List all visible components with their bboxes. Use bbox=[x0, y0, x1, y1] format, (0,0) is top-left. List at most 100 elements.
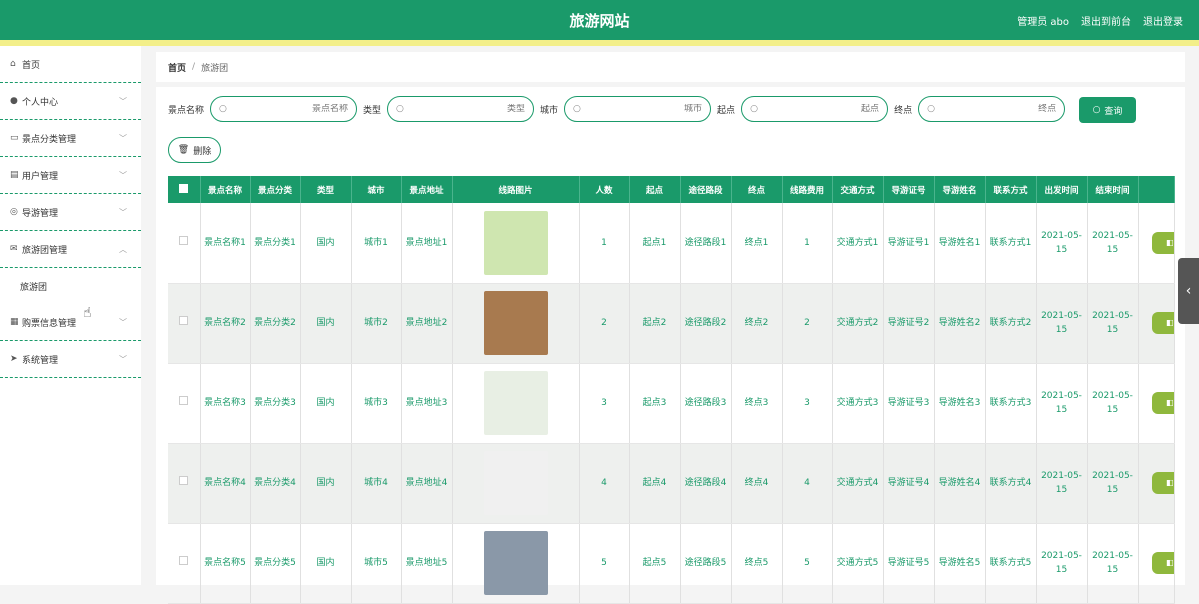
row-checkbox[interactable] bbox=[179, 396, 189, 405]
route-image-cell bbox=[452, 523, 580, 604]
sidebar-item-5[interactable]: ✉ 旅游团管理 ︿ bbox=[0, 231, 141, 268]
search-box-type: ○ bbox=[387, 96, 535, 122]
table-cell: 景点名称4 bbox=[200, 443, 251, 524]
column-header[interactable]: 线路费用 bbox=[782, 176, 833, 203]
sidebar-item-3[interactable]: ▤ 用户管理 ﹀ bbox=[0, 157, 141, 194]
back-to-front-link[interactable]: 退出到前台 bbox=[1081, 13, 1131, 28]
delete-button[interactable]: 🗑 删除 bbox=[168, 137, 221, 163]
route-map-image[interactable] bbox=[483, 371, 548, 435]
breadcrumb-separator: / bbox=[192, 62, 196, 72]
column-header[interactable]: 结束时间 bbox=[1087, 176, 1139, 203]
column-header[interactable]: 线路图片 bbox=[452, 176, 580, 203]
table-cell: 导游证号1 bbox=[883, 203, 935, 284]
detail-button[interactable]: ◧ bbox=[1151, 392, 1174, 414]
search-input-name[interactable] bbox=[226, 104, 349, 114]
route-map-image[interactable] bbox=[483, 451, 548, 515]
table-cell: 交通方式4 bbox=[832, 443, 884, 524]
column-header[interactable]: 导游姓名 bbox=[934, 176, 986, 203]
table-cell: 导游姓名3 bbox=[934, 363, 986, 444]
table-cell: 城市4 bbox=[351, 443, 402, 524]
column-header[interactable]: 人数 bbox=[579, 176, 630, 203]
collapse-chevron-icon[interactable]: ‹ bbox=[1178, 258, 1199, 324]
table-cell: 国内 bbox=[300, 363, 352, 444]
breadcrumb-home[interactable]: 首页 bbox=[168, 61, 186, 74]
search-input-type[interactable] bbox=[403, 104, 526, 114]
column-header[interactable]: 景点分类 bbox=[250, 176, 301, 203]
column-header[interactable]: 出发时间 bbox=[1036, 176, 1088, 203]
column-header[interactable]: 导游证号 bbox=[883, 176, 935, 203]
detail-button[interactable]: ◧ bbox=[1151, 231, 1174, 254]
row-select-cell bbox=[168, 523, 201, 604]
table-cell: 交通方式3 bbox=[832, 363, 884, 444]
table-header-row: 景点名称 景点分类 类型 城市 景点地址 线路图片 人数 起点 途径路段 终点 线路费用 交通方式 导游… bbox=[168, 176, 1175, 203]
search-label-name: 景点名称 bbox=[168, 105, 205, 116]
table-cell: 国内 bbox=[300, 443, 352, 524]
table-row[interactable]: 景点名称1 景点分类1 国内 城市1 景点地址1 1 起点1 途径路段1 终点1 1 交通方式1 导游… bbox=[168, 203, 1175, 284]
table-cell: 起点1 bbox=[629, 203, 681, 284]
row-checkbox[interactable] bbox=[179, 235, 189, 245]
table-cell: 2 bbox=[782, 283, 833, 364]
actions-cell: ◧ bbox=[1138, 523, 1175, 604]
search-input-start[interactable] bbox=[757, 104, 880, 114]
logout-link[interactable]: 退出登录 bbox=[1143, 13, 1183, 28]
sidebar-item-7[interactable]: ➤ 系统管理 ﹀ bbox=[0, 341, 141, 378]
detail-button[interactable]: ◧ bbox=[1151, 552, 1174, 574]
table-row[interactable]: 景点名称4 景点分类4 国内 城市4 景点地址4 4 起点4 途径路段4 终点4 4 交通方式4 导游… bbox=[168, 443, 1175, 524]
search-input-city[interactable] bbox=[580, 104, 703, 114]
sidebar-item-2[interactable]: ▭ 景点分类管理 ﹀ bbox=[0, 120, 141, 157]
actions-cell: ◧ bbox=[1138, 203, 1175, 284]
top-bar: 旅游网站 管理员 abo 退出到前台 退出登录 bbox=[0, 0, 1199, 40]
table-cell: 交通方式1 bbox=[832, 203, 884, 284]
sidebar-sub-item-tour[interactable]: 旅游团 bbox=[0, 268, 141, 304]
column-header[interactable]: 城市 bbox=[351, 176, 402, 203]
column-header[interactable]: 起点 bbox=[629, 176, 681, 203]
search-input-end[interactable] bbox=[934, 104, 1057, 114]
table-cell: 城市5 bbox=[351, 523, 402, 604]
route-map-image[interactable] bbox=[483, 291, 548, 355]
detail-button[interactable]: ◧ bbox=[1151, 472, 1174, 494]
table-cell: 起点2 bbox=[629, 283, 681, 364]
select-all-checkbox[interactable] bbox=[179, 183, 189, 193]
row-checkbox[interactable] bbox=[179, 316, 189, 325]
detail-button[interactable]: ◧ bbox=[1151, 312, 1174, 334]
sidebar-item-4[interactable]: ◎ 导游管理 ﹀ bbox=[0, 194, 141, 231]
table-cell: 导游证号3 bbox=[883, 363, 935, 444]
sidebar-item-label: 用户管理 bbox=[22, 171, 59, 182]
breadcrumb-current: 旅游团 bbox=[201, 63, 229, 74]
table-row[interactable]: 景点名称5 景点分类5 国内 城市5 景点地址5 5 起点5 途径路段5 终点5 5 交通方式5 导游… bbox=[168, 523, 1175, 604]
row-checkbox[interactable] bbox=[179, 476, 189, 485]
query-button[interactable]: ○ 查询 bbox=[1079, 97, 1136, 123]
sidebar-item-6[interactable]: ▦ 购票信息管理 ﹀ bbox=[0, 304, 141, 341]
table-row[interactable]: 景点名称2 景点分类2 国内 城市2 景点地址2 2 起点2 途径路段2 终点2 2 交通方式2 导游… bbox=[168, 283, 1175, 364]
table-cell: 景点分类1 bbox=[250, 203, 301, 284]
column-header[interactable]: 景点地址 bbox=[401, 176, 453, 203]
column-header[interactable]: 景点名称 bbox=[200, 176, 251, 203]
column-header[interactable]: 交通方式 bbox=[832, 176, 884, 203]
table-cell: 2021-05-15 bbox=[1036, 283, 1088, 364]
column-header[interactable]: 终点 bbox=[731, 176, 783, 203]
search-label-city: 城市 bbox=[540, 105, 559, 116]
table-cell: 3 bbox=[579, 363, 630, 444]
table-cell: 起点5 bbox=[629, 523, 681, 604]
sidebar-item-0[interactable]: ⌂ 首页 bbox=[0, 46, 141, 83]
column-header[interactable]: 类型 bbox=[300, 176, 352, 203]
table-cell: 2021-05-15 bbox=[1087, 443, 1139, 524]
table-cell: 交通方式2 bbox=[832, 283, 884, 364]
search-box-name: ○ bbox=[210, 96, 358, 122]
chevron-icon: ﹀ bbox=[119, 170, 127, 180]
search-icon: ○ bbox=[219, 104, 227, 114]
row-checkbox[interactable] bbox=[179, 556, 189, 565]
column-header[interactable]: 联系方式 bbox=[985, 176, 1037, 203]
table-cell: 导游姓名4 bbox=[934, 443, 986, 524]
row-select-cell bbox=[168, 283, 201, 364]
sidebar-item-label: 个人中心 bbox=[22, 97, 59, 108]
user-icon: ● bbox=[10, 96, 18, 106]
route-map-image[interactable] bbox=[483, 531, 548, 595]
search-icon: ○ bbox=[396, 104, 404, 114]
table-row[interactable]: 景点名称3 景点分类3 国内 城市3 景点地址3 3 起点3 途径路段3 终点3 3 交通方式3 导游… bbox=[168, 363, 1175, 444]
sidebar-item-label: 购票信息管理 bbox=[22, 318, 77, 329]
search-box-start: ○ bbox=[741, 96, 889, 122]
sidebar-item-1[interactable]: ● 个人中心 ﹀ bbox=[0, 83, 141, 120]
route-map-image[interactable] bbox=[483, 210, 548, 275]
column-header[interactable]: 途径路段 bbox=[680, 176, 732, 203]
